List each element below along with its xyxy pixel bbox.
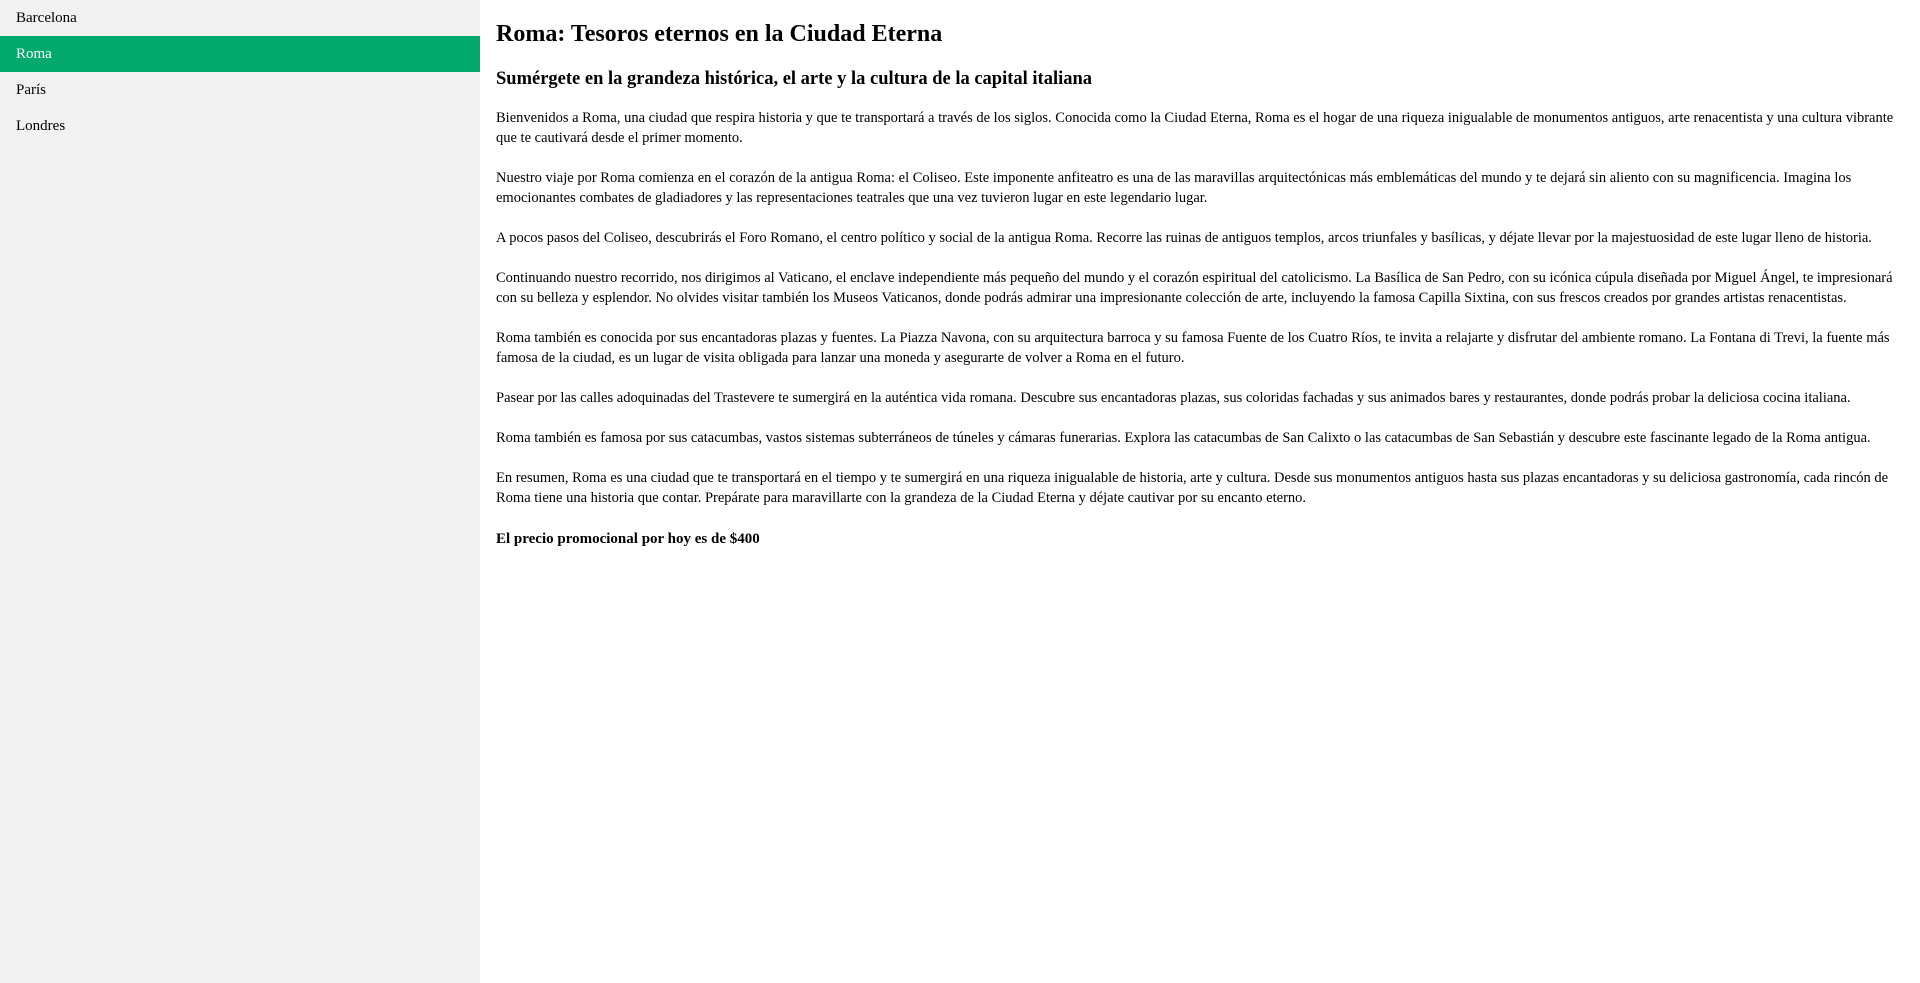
paragraph-catacumbas: Roma también es famosa por sus catacumba… (496, 430, 1871, 446)
sidebar-item-barcelona[interactable]: Barcelona (0, 0, 480, 36)
page-subtitle: Sumérgete en la grandeza histórica, el a… (496, 69, 1093, 89)
page-title: Roma: Tesoros eternos en la Ciudad Etern… (496, 21, 943, 47)
sidebar-item-paris[interactable]: París (0, 72, 480, 108)
main-content: Roma: Tesoros eternos en la Ciudad Etern… (480, 0, 1902, 549)
sidebar-item-londres[interactable]: Londres (0, 108, 480, 144)
sidebar-nav: Barcelona Roma París Londres (0, 0, 480, 983)
sidebar-item-roma[interactable]: Roma (0, 36, 480, 72)
price-note: El precio promocional por hoy es de $400 (496, 531, 760, 547)
paragraph-plazas-fuentes: Roma también es conocida por sus encanta… (496, 330, 1890, 366)
paragraph-foro-romano: A pocos pasos del Coliseo, descubrirás e… (496, 230, 1872, 246)
paragraph-intro: Bienvenidos a Roma, una ciudad que respi… (496, 110, 1894, 146)
paragraph-vaticano: Continuando nuestro recorrido, nos dirig… (496, 270, 1893, 306)
paragraph-coliseo: Nuestro viaje por Roma comienza en el co… (496, 170, 1852, 206)
paragraph-resumen: En resumen, Roma es una ciudad que te tr… (496, 470, 1889, 506)
paragraph-trastevere: Pasear por las calles adoquinadas del Tr… (496, 390, 1851, 406)
